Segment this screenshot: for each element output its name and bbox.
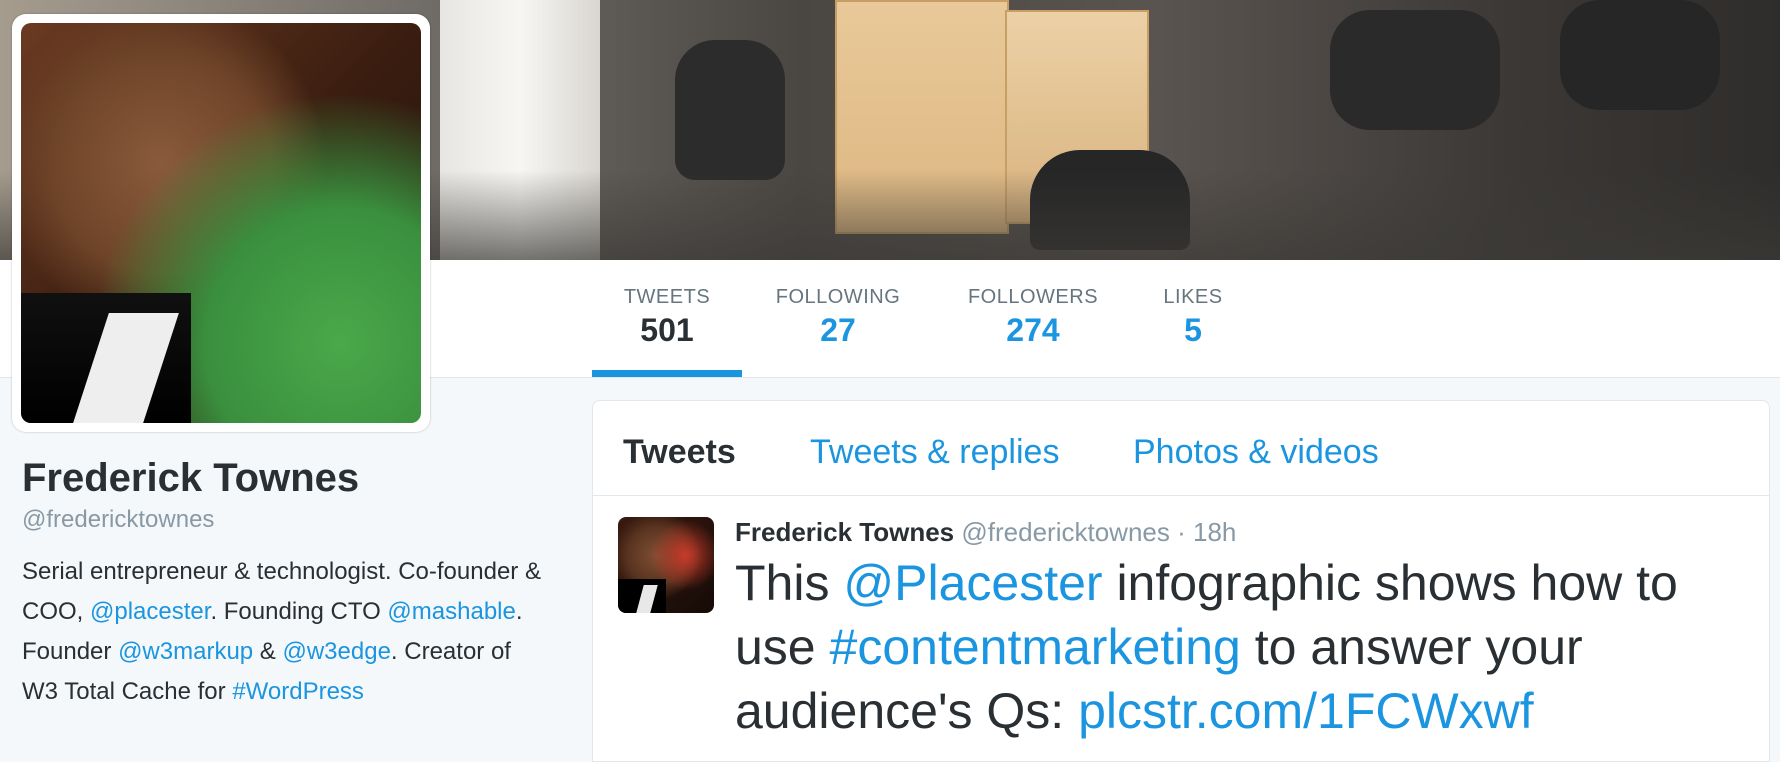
profile-name[interactable]: Frederick Townes — [22, 456, 359, 501]
stat-following-value: 27 — [820, 312, 856, 348]
tweet-text-segment: This — [735, 555, 844, 611]
stat-followers-value: 274 — [1006, 312, 1060, 348]
tweet-author-name[interactable]: Frederick Townes — [735, 517, 954, 547]
timeline-tabs: Tweets Tweets & replies Photos & videos — [593, 401, 1769, 496]
tweet-hashtag-contentmarketing[interactable]: #contentmarketing — [830, 619, 1241, 675]
stat-following[interactable]: FOLLOWING 27 — [768, 260, 908, 377]
banner-chair — [1560, 0, 1720, 110]
tweet-timestamp[interactable]: 18h — [1193, 517, 1236, 547]
profile-bio: Serial entrepreneur & technologist. Co-f… — [22, 552, 542, 712]
profile-handle[interactable]: @fredericktownes — [22, 506, 214, 534]
stat-tweets[interactable]: TWEETS 501 — [592, 260, 742, 377]
bio-mention-w3markup[interactable]: @w3markup — [118, 638, 253, 665]
tab-photos-and-videos[interactable]: Photos & videos — [1133, 433, 1379, 472]
stat-tweets-label: TWEETS — [623, 286, 711, 308]
bio-text: & — [253, 638, 283, 665]
stat-likes[interactable]: LIKES 5 — [1156, 260, 1230, 377]
tweet-header: Frederick Townes @fredericktownes · 18h — [735, 517, 1236, 548]
tweet-avatar[interactable] — [618, 517, 714, 613]
stat-followers-label: FOLLOWERS — [967, 286, 1099, 308]
tweet-separator: · — [1177, 517, 1186, 547]
bio-mention-mashable[interactable]: @mashable — [387, 598, 515, 625]
stat-likes-value: 5 — [1184, 312, 1202, 348]
tweet-mention-placester[interactable]: @Placester — [843, 555, 1102, 611]
stat-following-label: FOLLOWING — [775, 286, 901, 308]
tab-tweets[interactable]: Tweets — [623, 433, 736, 472]
tab-tweets-and-replies[interactable]: Tweets & replies — [810, 433, 1059, 472]
stat-followers[interactable]: FOLLOWERS 274 — [960, 260, 1106, 377]
tweet-link[interactable]: plcstr.com/1FCWxwf — [1078, 683, 1534, 739]
bio-mention-placester[interactable]: @placester — [90, 598, 210, 625]
banner-chair — [1330, 10, 1500, 130]
stat-likes-label: LIKES — [1163, 286, 1223, 308]
bio-text: . Founding CTO — [210, 598, 388, 625]
timeline: Tweets Tweets & replies Photos & videos … — [592, 400, 1770, 762]
tweet-text: This @Placester infographic shows how to… — [735, 551, 1745, 743]
banner-backpack — [675, 40, 785, 180]
profile-avatar[interactable] — [12, 14, 430, 432]
stat-tweets-value: 501 — [640, 312, 694, 348]
bio-hashtag-wordpress[interactable]: #WordPress — [232, 678, 364, 705]
bio-mention-w3edge[interactable]: @w3edge — [282, 638, 390, 665]
avatar-photo — [21, 23, 421, 423]
tweet-author-handle[interactable]: @fredericktownes — [961, 517, 1169, 547]
